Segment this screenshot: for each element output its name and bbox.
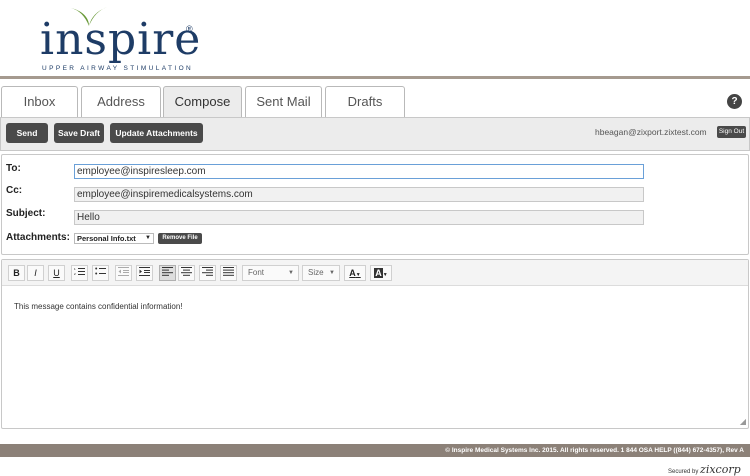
update-attachments-button[interactable]: Update Attachments bbox=[110, 123, 203, 143]
attachments-label: Attachments: bbox=[6, 232, 70, 243]
font-color-button[interactable]: A▼ bbox=[344, 265, 366, 281]
indent-icon[interactable] bbox=[136, 265, 153, 281]
tab-compose[interactable]: Compose bbox=[163, 86, 242, 118]
secured-by-text: Secured by bbox=[668, 469, 699, 475]
compose-toolbar: Send Save Draft Update Attachments hbeag… bbox=[0, 117, 750, 151]
font-select-label: Font bbox=[248, 268, 265, 277]
background-color-glyph: A bbox=[374, 268, 383, 278]
logo-tagline: UPPER AIRWAY STIMULATION bbox=[42, 65, 194, 72]
caret-down-icon: ▼ bbox=[355, 272, 361, 278]
caret-down-icon: ▼ bbox=[382, 272, 388, 278]
caret-down-icon: ▼ bbox=[329, 270, 335, 276]
cc-field[interactable]: employee@inspiremedicalsystems.com bbox=[74, 187, 644, 202]
save-draft-button[interactable]: Save Draft bbox=[54, 123, 104, 143]
numbered-list-icon[interactable]: 12 bbox=[71, 265, 88, 281]
compose-header-form: To: employee@inspiresleep.com Cc: employ… bbox=[1, 154, 749, 255]
align-center-icon[interactable] bbox=[178, 265, 195, 281]
message-body[interactable]: This message contains confidential infor… bbox=[14, 302, 183, 311]
user-email: hbeagan@zixport.zixtest.com bbox=[595, 127, 707, 137]
align-left-icon[interactable] bbox=[159, 265, 176, 281]
dropdown-arrow-icon: ▼ bbox=[145, 235, 151, 241]
font-select[interactable]: Font ▼ bbox=[242, 265, 299, 281]
caret-down-icon: ▼ bbox=[288, 270, 294, 276]
send-button[interactable]: Send bbox=[6, 123, 48, 143]
remove-file-button[interactable]: Remove File bbox=[158, 233, 202, 244]
cc-label: Cc: bbox=[6, 185, 23, 196]
header-divider bbox=[0, 76, 750, 79]
inspire-logo: inspire ® UPPER AIRWAY STIMULATION bbox=[36, 6, 206, 72]
italic-button[interactable]: I bbox=[27, 265, 44, 281]
size-select[interactable]: Size ▼ bbox=[302, 265, 340, 281]
registered-mark: ® bbox=[186, 24, 193, 34]
attachment-selected-value: Personal Info.txt bbox=[77, 234, 136, 243]
help-icon[interactable]: ? bbox=[727, 94, 742, 109]
subject-field[interactable]: Hello bbox=[74, 210, 644, 225]
background-color-button[interactable]: A▼ bbox=[370, 265, 392, 281]
zixcorp-logo: zixcorp bbox=[700, 463, 741, 476]
svg-text:1: 1 bbox=[74, 267, 76, 271]
size-select-label: Size bbox=[308, 268, 324, 277]
tab-drafts[interactable]: Drafts bbox=[325, 86, 405, 118]
outdent-icon[interactable] bbox=[115, 265, 132, 281]
secured-by-badge: Secured by zixcorp bbox=[668, 463, 741, 476]
subject-label: Subject: bbox=[6, 208, 46, 219]
logo-wordmark: inspire bbox=[40, 14, 202, 65]
editor-toolbar: B I U 12 Font ▼ Size ▼ A▼ A▼ bbox=[2, 260, 748, 286]
mail-tabs: Inbox Address Compose Sent Mail Drafts bbox=[0, 86, 750, 118]
align-justify-icon[interactable] bbox=[220, 265, 237, 281]
resize-handle-icon[interactable]: ◢ bbox=[740, 417, 746, 426]
footer-copyright: © Inspire Medical Systems Inc. 2015. All… bbox=[0, 444, 750, 457]
attachments-select[interactable]: Personal Info.txt ▼ bbox=[74, 233, 154, 244]
tab-inbox[interactable]: Inbox bbox=[1, 86, 78, 118]
sign-out-button[interactable]: Sign Out bbox=[717, 126, 746, 138]
align-right-icon[interactable] bbox=[199, 265, 216, 281]
underline-button[interactable]: U bbox=[48, 265, 65, 281]
bold-button[interactable]: B bbox=[8, 265, 25, 281]
tab-address[interactable]: Address bbox=[81, 86, 161, 118]
tab-sent-mail[interactable]: Sent Mail bbox=[245, 86, 322, 118]
message-editor: B I U 12 Font ▼ Size ▼ A▼ A▼ This messag… bbox=[1, 259, 749, 429]
to-label: To: bbox=[6, 163, 21, 174]
to-field[interactable]: employee@inspiresleep.com bbox=[74, 164, 644, 179]
svg-text:2: 2 bbox=[74, 272, 76, 276]
bullet-list-icon[interactable] bbox=[92, 265, 109, 281]
